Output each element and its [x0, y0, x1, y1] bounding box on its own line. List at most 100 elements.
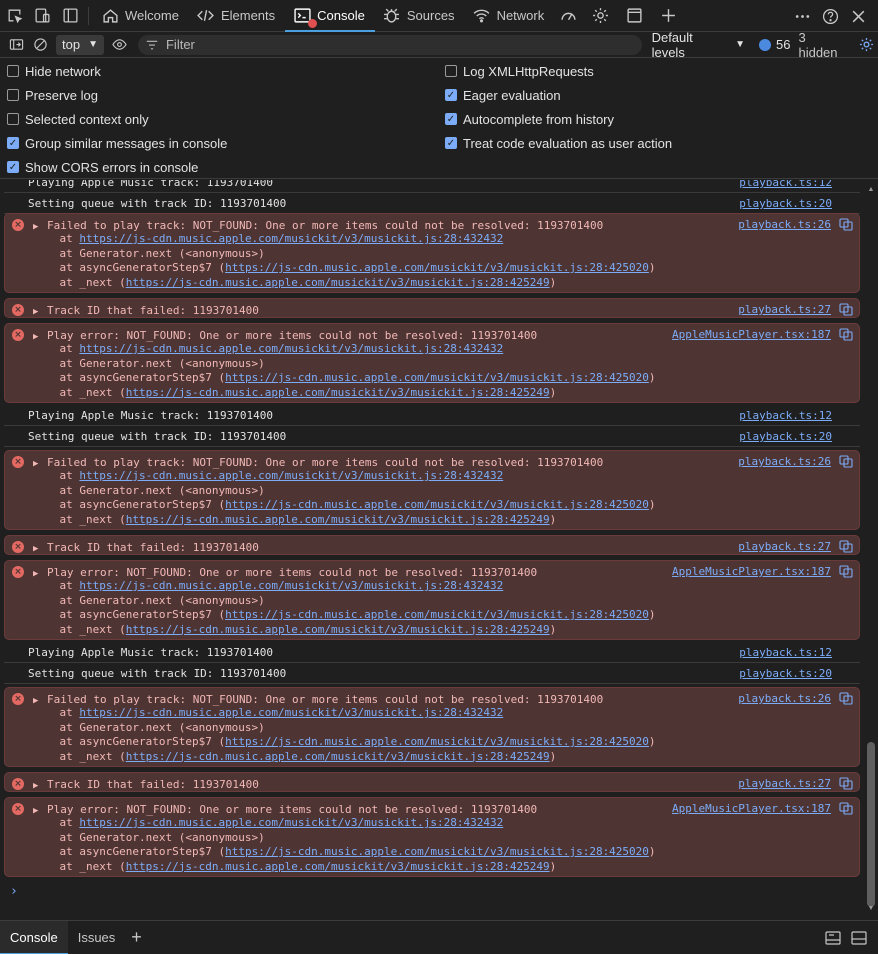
stack-frame-link[interactable]: https://js-cdn.music.apple.com/musickit/… — [126, 513, 550, 526]
stack-frame-link[interactable]: https://js-cdn.music.apple.com/musickit/… — [225, 735, 649, 748]
more-tools-plus-icon[interactable] — [654, 2, 682, 30]
settings-gear-icon[interactable] — [586, 2, 614, 30]
stack-frame-link[interactable]: https://js-cdn.music.apple.com/musickit/… — [79, 579, 503, 592]
expand-triangle-icon[interactable]: ▶ — [33, 781, 43, 791]
console-error-message[interactable]: × ▶ Play error: NOT_FOUND: One or more ite… — [4, 560, 860, 640]
tab-welcome[interactable]: Welcome — [93, 0, 189, 32]
drawer-tab-issues[interactable]: Issues — [68, 921, 126, 954]
source-link[interactable]: playback.ts:27 — [738, 303, 831, 316]
tab-network[interactable]: Network — [465, 0, 555, 32]
expand-triangle-icon[interactable]: ▶ — [33, 459, 43, 469]
source-link[interactable]: playback.ts:20 — [739, 430, 832, 443]
source-link[interactable]: playback.ts:12 — [739, 409, 832, 422]
console-error-message[interactable]: × ▶ Play error: NOT_FOUND: One or more ite… — [4, 797, 860, 877]
source-link[interactable]: playback.ts:20 — [739, 197, 832, 210]
source-link[interactable]: AppleMusicPlayer.tsx:187 — [672, 802, 831, 815]
copilot-explain-icon[interactable] — [839, 692, 853, 705]
expand-triangle-icon[interactable]: ▶ — [33, 806, 43, 816]
checkbox-hide-network[interactable]: Hide network — [7, 61, 101, 81]
context-selector[interactable]: top ▼ — [56, 34, 104, 55]
help-icon[interactable] — [816, 2, 844, 30]
source-link[interactable]: playback.ts:12 — [739, 646, 832, 659]
expand-triangle-icon[interactable]: ▶ — [33, 544, 43, 554]
scrollbar-thumb[interactable] — [867, 742, 875, 907]
sidebar-toggle-icon[interactable] — [4, 33, 28, 57]
stack-frame-link[interactable]: https://js-cdn.music.apple.com/musickit/… — [79, 816, 503, 829]
copilot-explain-icon[interactable] — [839, 565, 853, 578]
dock-side-icon[interactable] — [56, 2, 84, 30]
checkbox-treat-code-evaluation[interactable]: ✓ Treat code evaluation as user action — [445, 133, 672, 153]
source-link[interactable]: playback.ts:27 — [738, 540, 831, 553]
stack-frame-link[interactable]: https://js-cdn.music.apple.com/musickit/… — [79, 469, 503, 482]
expand-triangle-icon[interactable]: ▶ — [33, 332, 43, 342]
stack-frame-link[interactable]: https://js-cdn.music.apple.com/musickit/… — [225, 261, 649, 274]
console-error-message[interactable]: × ▶ Failed to play track: NOT_FOUND: One o… — [4, 687, 860, 767]
clear-console-icon[interactable] — [28, 33, 52, 57]
stack-frame-link[interactable]: https://js-cdn.music.apple.com/musickit/… — [79, 342, 503, 355]
message-count[interactable]: 56 3 hidden — [759, 30, 848, 60]
console-error-message[interactable]: × ▶ Play error: NOT_FOUND: One or more ite… — [4, 323, 860, 403]
console-log-message[interactable]: Playing Apple Music track: 1193701400 pla… — [4, 180, 860, 193]
source-link[interactable]: playback.ts:20 — [739, 667, 832, 680]
expand-triangle-icon[interactable]: ▶ — [33, 569, 43, 579]
stack-frame-link[interactable]: https://js-cdn.music.apple.com/musickit/… — [225, 498, 649, 511]
more-options-icon[interactable] — [788, 2, 816, 30]
console-error-message[interactable]: × ▶ Failed to play track: NOT_FOUND: One o… — [4, 450, 860, 530]
stack-frame-link[interactable]: https://js-cdn.music.apple.com/musickit/… — [225, 608, 649, 621]
console-log-message[interactable]: Setting queue with track ID: 1193701400 p… — [4, 426, 860, 447]
copilot-explain-icon[interactable] — [839, 328, 853, 341]
console-log-message[interactable]: Setting queue with track ID: 1193701400 p… — [4, 663, 860, 684]
expand-triangle-icon[interactable]: ▶ — [33, 696, 43, 706]
source-link[interactable]: playback.ts:26 — [738, 218, 831, 231]
device-emulation-icon[interactable] — [28, 2, 56, 30]
console-log-message[interactable]: Playing Apple Music track: 1193701400 pla… — [4, 405, 860, 426]
copilot-explain-icon[interactable] — [839, 218, 853, 231]
source-link[interactable]: playback.ts:27 — [738, 777, 831, 790]
copilot-explain-icon[interactable] — [839, 777, 853, 790]
stack-frame-link[interactable]: https://js-cdn.music.apple.com/musickit/… — [126, 860, 550, 873]
checkbox-log-xmlhttprequests[interactable]: Log XMLHttpRequests — [445, 61, 594, 81]
checkbox-group-similar[interactable]: ✓ Group similar messages in console — [7, 133, 227, 153]
console-error-message[interactable]: × ▶ Failed to play track: NOT_FOUND: One o… — [4, 213, 860, 293]
stack-frame-link[interactable]: https://js-cdn.music.apple.com/musickit/… — [79, 706, 503, 719]
minimize-drawer-icon[interactable] — [846, 927, 872, 949]
tab-sources[interactable]: Sources — [375, 0, 465, 32]
tab-console[interactable]: Console — [285, 0, 375, 32]
log-levels-dropdown[interactable]: Default levels ▼ — [652, 30, 746, 60]
source-link[interactable]: playback.ts:12 — [739, 180, 832, 189]
performance-icon[interactable] — [554, 2, 582, 30]
add-drawer-tab-button[interactable]: + — [131, 927, 142, 948]
scroll-down-arrow-icon[interactable]: ▼ — [867, 905, 875, 913]
stack-frame-link[interactable]: https://js-cdn.music.apple.com/musickit/… — [126, 623, 550, 636]
stack-frame-link[interactable]: https://js-cdn.music.apple.com/musickit/… — [126, 386, 550, 399]
checkbox-show-cors-errors[interactable]: ✓ Show CORS errors in console — [7, 157, 198, 177]
stack-frame-link[interactable]: https://js-cdn.music.apple.com/musickit/… — [126, 276, 550, 289]
console-settings-gear-icon[interactable] — [854, 33, 878, 57]
source-link[interactable]: playback.ts:26 — [738, 692, 831, 705]
console-error-message[interactable]: × ▶ Track ID that failed: 1193701400 playba… — [4, 298, 860, 318]
copilot-explain-icon[interactable] — [839, 802, 853, 815]
expand-triangle-icon[interactable]: ▶ — [33, 222, 43, 232]
inspect-element-icon[interactable] — [0, 2, 28, 30]
checkbox-selected-context-only[interactable]: Selected context only — [7, 109, 149, 129]
checkbox-autocomplete-history[interactable]: ✓ Autocomplete from history — [445, 109, 614, 129]
drawer-tab-console[interactable]: Console — [0, 920, 68, 954]
console-log-message[interactable]: Playing Apple Music track: 1193701400 pla… — [4, 642, 860, 663]
console-error-message[interactable]: × ▶ Track ID that failed: 1193701400 playba… — [4, 772, 860, 792]
source-link[interactable]: AppleMusicPlayer.tsx:187 — [672, 565, 831, 578]
stack-frame-link[interactable]: https://js-cdn.music.apple.com/musickit/… — [225, 845, 649, 858]
console-prompt[interactable]: › — [10, 884, 18, 899]
source-link[interactable]: AppleMusicPlayer.tsx:187 — [672, 328, 831, 341]
expand-triangle-icon[interactable]: ▶ — [33, 307, 43, 317]
copilot-explain-icon[interactable] — [839, 540, 853, 553]
copilot-explain-icon[interactable] — [839, 303, 853, 316]
application-icon[interactable] — [620, 2, 648, 30]
checkbox-preserve-log[interactable]: Preserve log — [7, 85, 98, 105]
stack-frame-link[interactable]: https://js-cdn.music.apple.com/musickit/… — [225, 371, 649, 384]
dock-drawer-icon[interactable] — [820, 927, 846, 949]
filter-input[interactable]: Filter — [137, 34, 642, 55]
live-expression-eye-icon[interactable] — [108, 33, 132, 57]
console-error-message[interactable]: × ▶ Track ID that failed: 1193701400 playba… — [4, 535, 860, 555]
copilot-explain-icon[interactable] — [839, 455, 853, 468]
stack-frame-link[interactable]: https://js-cdn.music.apple.com/musickit/… — [79, 232, 503, 245]
